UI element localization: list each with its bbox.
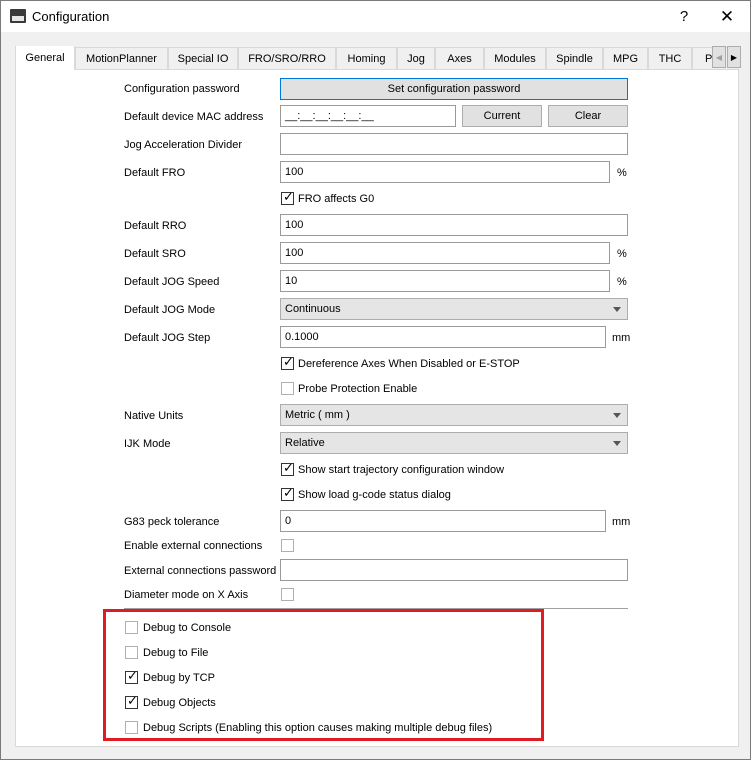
jog-mode-select[interactable]: Continuous [280,298,628,320]
tab-general[interactable]: General [15,46,75,70]
set-config-password-button[interactable]: Set configuration password [280,78,628,100]
fro-affects-g0-checkbox[interactable]: ✓ [281,189,294,205]
dereference-axes-checkbox[interactable]: ✓ [281,354,294,370]
check-mark-icon: ✓ [283,189,294,204]
sro-label: Default SRO [124,248,186,260]
mac-clear-button[interactable]: Clear [548,105,628,127]
jog-speed-unit: % [617,276,627,288]
probe-protection-label: Probe Protection Enable [298,383,418,395]
tab-homing[interactable]: Homing [336,47,397,69]
native-units-value: Metric ( mm ) [285,409,350,421]
check-mark-icon: ✓ [283,460,294,475]
fro-input[interactable]: 100 [280,161,610,183]
mac-address-label: Default device MAC address [124,111,264,123]
jog-mode-value: Continuous [285,303,341,315]
jog-mode-label: Default JOG Mode [124,304,216,316]
dereference-axes-label: Dereference Axes When Disabled or E-STOP [298,358,520,370]
tab-axes[interactable]: Axes [435,47,484,69]
mac-address-input[interactable]: __:__:__:__:__:__ [280,105,456,127]
rro-label: Default RRO [124,220,187,232]
tab-scroll-right-icon[interactable]: ▶ [727,46,741,68]
title-bar[interactable]: Configuration ? ✕ [1,1,750,32]
diameter-mode-checkbox[interactable] [281,588,294,601]
rro-input[interactable]: 100 [280,214,628,236]
tab-spindle[interactable]: Spindle [546,47,603,69]
g83-input[interactable]: 0 [280,510,606,532]
tab-mpg[interactable]: MPG [603,47,648,69]
tab-bar: General MotionPlanner Special IO FRO/SRO… [15,46,727,70]
tab-jog[interactable]: Jog [397,47,435,69]
jog-step-input[interactable]: 0.1000 [280,326,606,348]
show-load-status-checkbox[interactable]: ✓ [281,485,294,501]
show-trajectory-checkbox[interactable]: ✓ [281,460,294,476]
jog-accel-input[interactable] [280,133,628,155]
tab-modules[interactable]: Modules [484,47,546,69]
g83-unit: mm [612,516,631,528]
ext-connections-checkbox[interactable] [281,539,294,552]
g83-label: G83 peck tolerance [124,516,220,528]
sro-unit: % [617,248,627,260]
jog-accel-label: Jog Acceleration Divider [124,139,243,151]
config-password-label: Configuration password [124,83,240,95]
tab-fro-sro-rro[interactable]: FRO/SRO/RRO [238,47,336,69]
help-button[interactable]: ? [661,1,707,32]
jog-step-label: Default JOG Step [124,332,211,344]
ijk-mode-label: IJK Mode [124,438,171,450]
ext-password-label: External connections password [124,565,277,577]
ext-password-input[interactable] [280,559,628,581]
fro-unit: % [617,167,627,179]
chevron-down-icon [613,307,621,312]
show-load-status-label: Show load g-code status dialog [298,489,451,501]
ext-connections-label: Enable external connections [124,540,263,552]
tab-scroll-left-icon[interactable]: ◀ [712,46,726,68]
ijk-mode-select[interactable]: Relative [280,432,628,454]
sro-input[interactable]: 100 [280,242,610,264]
native-units-label: Native Units [124,410,184,422]
chevron-down-icon [613,441,621,446]
ijk-mode-value: Relative [285,437,325,449]
app-logo-icon [10,9,26,23]
probe-protection-checkbox[interactable] [281,382,294,395]
fro-label: Default FRO [124,167,186,179]
debug-highlight-box [103,609,544,741]
fro-affects-g0-label: FRO affects G0 [298,193,375,205]
close-button[interactable]: ✕ [704,1,750,32]
show-trajectory-label: Show start trajectory configuration wind… [298,464,505,476]
window-title: Configuration [32,9,110,24]
check-mark-icon: ✓ [283,485,294,500]
tab-thc[interactable]: THC [648,47,692,69]
chevron-down-icon [613,413,621,418]
tab-special-io[interactable]: Special IO [168,47,238,69]
native-units-select[interactable]: Metric ( mm ) [280,404,628,426]
check-mark-icon: ✓ [283,354,294,369]
jog-speed-input[interactable]: 10 [280,270,610,292]
jog-step-unit: mm [612,332,631,344]
jog-speed-label: Default JOG Speed [124,276,220,288]
diameter-mode-label: Diameter mode on X Axis [124,589,249,601]
tab-motionplanner[interactable]: MotionPlanner [75,47,168,69]
mac-current-button[interactable]: Current [462,105,542,127]
